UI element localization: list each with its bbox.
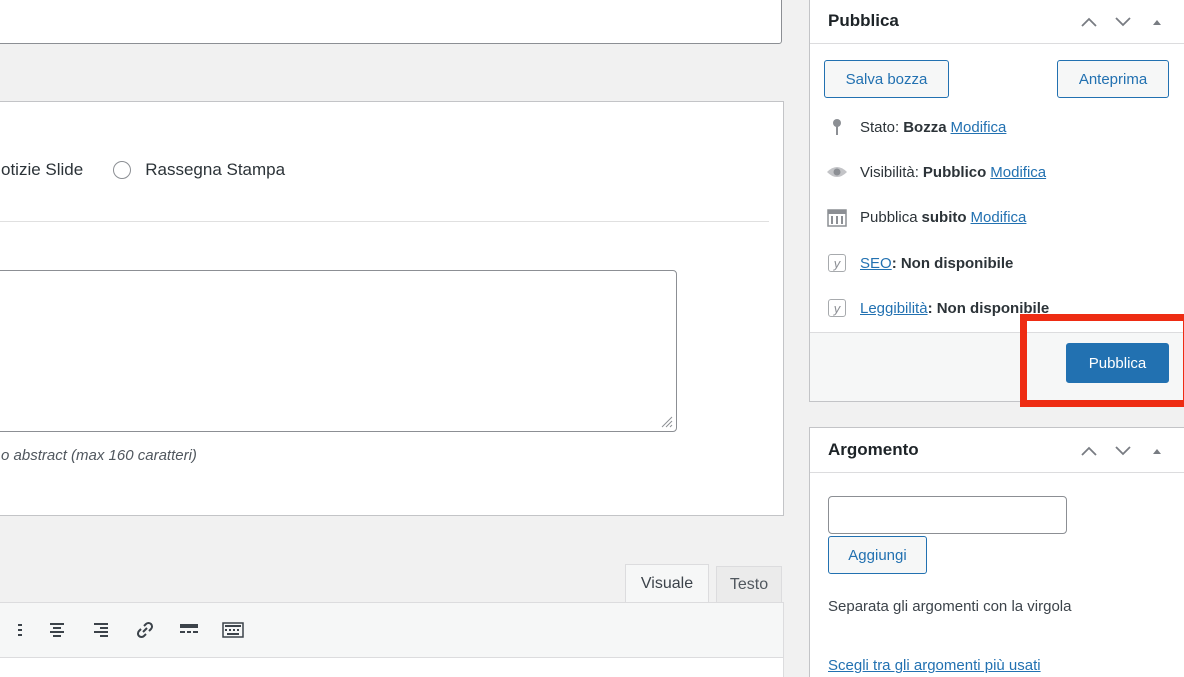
move-down-icon[interactable]: [1112, 11, 1134, 33]
status-label: Stato:: [860, 118, 900, 136]
calendar-icon: [826, 207, 848, 227]
publish-box-title: Pubblica: [828, 11, 899, 30]
tab-visuale[interactable]: Visuale: [625, 564, 709, 602]
save-draft-button[interactable]: Salva bozza: [824, 60, 949, 98]
visibility-edit-link[interactable]: Modifica: [990, 164, 1046, 181]
read-more-icon[interactable]: [167, 610, 211, 650]
publish-box-handles: [1078, 0, 1168, 44]
eye-icon: [826, 162, 848, 182]
tab-testo[interactable]: Testo: [716, 566, 782, 602]
topic-box-title: Argomento: [828, 440, 919, 459]
category-metabox: otizie Slide Rassegna Stampa o abstract …: [0, 101, 784, 516]
move-up-icon[interactable]: [1078, 11, 1100, 33]
divider: [0, 221, 769, 222]
schedule-row: Pubblica subito Modifica: [826, 207, 1026, 227]
collapse-toggle-icon[interactable]: [1146, 440, 1168, 462]
schedule-label: Pubblica: [860, 208, 918, 226]
abstract-textarea[interactable]: [0, 270, 677, 432]
topic-help-text: Separata gli argomenti con la virgola: [828, 598, 1072, 615]
abstract-hint: o abstract (max 160 caratteri): [1, 447, 197, 464]
link-icon[interactable]: [123, 610, 167, 650]
schedule-edit-link[interactable]: Modifica: [971, 209, 1027, 226]
seo-status: : Non disponibile: [891, 254, 1014, 272]
visibility-row: Visibilità: Pubblico Modifica: [826, 162, 1046, 182]
publish-highlight-annotation: [1020, 314, 1184, 407]
align-center-icon[interactable]: [35, 610, 79, 650]
category-radio-row: otizie Slide Rassegna Stampa: [1, 160, 285, 180]
yoast-seo-icon: y: [828, 254, 846, 272]
move-up-icon[interactable]: [1078, 440, 1100, 462]
toolbar-toggle-icon[interactable]: [211, 610, 255, 650]
align-left-icon[interactable]: [0, 610, 35, 650]
yoast-readability-icon: y: [828, 299, 846, 317]
align-right-icon[interactable]: [79, 610, 123, 650]
add-topic-button[interactable]: Aggiungi: [828, 536, 927, 574]
status-value: Bozza: [903, 118, 947, 136]
publish-box-header: Pubblica: [810, 0, 1184, 44]
status-edit-link[interactable]: Modifica: [951, 119, 1007, 136]
popular-topics-link[interactable]: Scegli tra gli argomenti più usati: [828, 657, 1041, 674]
preview-button[interactable]: Anteprima: [1057, 60, 1169, 98]
schedule-value: subito: [921, 208, 967, 226]
rassegna-stampa-radio[interactable]: [113, 161, 132, 179]
topic-box-header: Argomento: [810, 428, 1184, 473]
topic-box: Argomento Aggiungi Separata gli argoment…: [809, 427, 1184, 677]
topic-input[interactable]: [828, 496, 1067, 534]
collapse-toggle-icon[interactable]: [1146, 11, 1168, 33]
topic-box-handles: [1078, 428, 1168, 473]
rassegna-stampa-label[interactable]: Rassegna Stampa: [145, 160, 285, 180]
seo-link[interactable]: SEO: [860, 255, 892, 272]
editor-toolbar: [0, 602, 784, 658]
resize-grip-icon[interactable]: [659, 414, 673, 428]
readability-link[interactable]: Leggibilità: [860, 300, 928, 317]
status-row: Stato: Bozza Modifica: [826, 117, 1006, 137]
move-down-icon[interactable]: [1112, 440, 1134, 462]
visibility-value: Pubblico: [922, 163, 987, 181]
category-label-partial: otizie Slide: [1, 160, 84, 179]
seo-row: y SEO : Non disponibile: [826, 253, 1017, 273]
visibility-label: Visibilità:: [860, 163, 919, 181]
editor-content-area[interactable]: [0, 658, 784, 677]
pin-icon: [826, 117, 848, 137]
post-title-field[interactable]: [0, 0, 782, 44]
